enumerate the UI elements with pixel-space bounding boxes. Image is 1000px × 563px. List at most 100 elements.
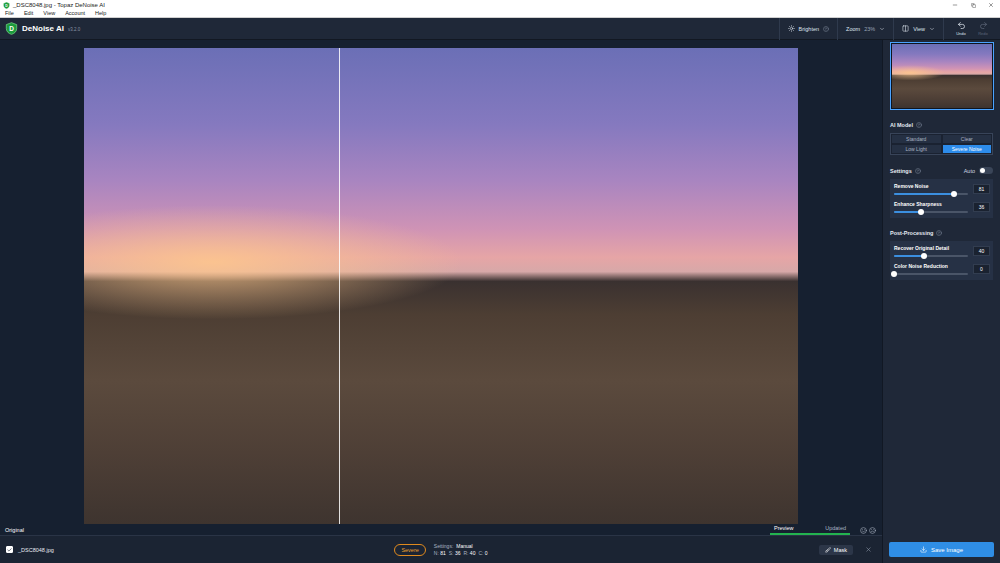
menu-item[interactable]: File [5, 11, 14, 17]
undo-button[interactable]: Undo [952, 21, 970, 36]
menu-item[interactable]: View [43, 11, 55, 17]
slider-label: Color Noise Reduction [894, 263, 968, 269]
summary-item: S: 36 [449, 550, 461, 556]
model-button[interactable]: Low Light [891, 144, 942, 154]
preview-labels: PreviewUpdated [770, 525, 850, 531]
model-selector: StandardClearLow LightSevere Noise [890, 133, 993, 155]
remove-file-button[interactable] [861, 546, 876, 553]
ai-model-label: AI Model [890, 122, 913, 128]
slider-knob[interactable] [891, 271, 897, 277]
summary-key: C: [478, 550, 483, 556]
svg-text:D: D [9, 25, 14, 32]
redo-button[interactable]: Redo [974, 21, 992, 36]
preview-status: PreviewUpdated [770, 525, 876, 535]
slider-value[interactable]: 0 [973, 264, 990, 274]
slider-value[interactable]: 40 [973, 246, 990, 256]
workspace: OriginalPreviewUpdated _DSC8048.jpg Severe… [0, 40, 1000, 563]
slider-value[interactable]: 36 [973, 202, 990, 212]
brighten-button[interactable]: Brighten [779, 18, 838, 40]
frown-icon[interactable] [869, 527, 876, 534]
zoom-value: 23% [864, 26, 875, 32]
header-group: Post-Processing [890, 230, 942, 236]
sidebar-spacer [890, 280, 993, 542]
slider-track[interactable] [894, 211, 968, 213]
slider-knob[interactable] [951, 191, 957, 197]
canvas-footer: OriginalPreviewUpdated [0, 524, 882, 535]
check-icon [7, 547, 12, 553]
settings-value: Manual [456, 543, 472, 549]
settings-header: Settings Auto [890, 167, 993, 174]
slider-track[interactable] [894, 193, 968, 195]
summary-item: N: 81 [434, 550, 446, 556]
summary-key: N: [434, 550, 439, 556]
sun-icon [788, 25, 795, 32]
auto-toggle[interactable]: Auto [964, 167, 993, 174]
header-group: Settings [890, 168, 921, 174]
brand: D DeNoise AI v3.2.0 [0, 22, 80, 35]
summary-value: 36 [455, 550, 461, 556]
minimize-icon [952, 2, 958, 8]
close-window-button[interactable] [982, 0, 1000, 10]
post-processing-label: Post-Processing [890, 230, 933, 236]
summary-key: R: [463, 550, 468, 556]
title-group: D_DSC8048.jpg - Topaz DeNoise AI [3, 2, 105, 9]
restore-button[interactable] [964, 0, 982, 10]
save-button[interactable]: Save Image [889, 542, 994, 557]
ai-model-header: AI Model [890, 122, 993, 128]
compare-divider[interactable] [339, 48, 340, 524]
help-button[interactable] [915, 168, 921, 174]
zoom-dropdown[interactable]: Zoom23% [837, 18, 893, 40]
navigator[interactable] [890, 42, 994, 110]
help-button[interactable] [936, 230, 942, 236]
slider-value[interactable]: 81 [973, 184, 990, 194]
slider-group: Remove Noise [894, 183, 968, 195]
settings-key: Settings: [434, 543, 453, 549]
file-actions: Mask [488, 545, 876, 555]
restore-icon [971, 3, 976, 8]
help-icon [936, 230, 942, 236]
help-button[interactable] [916, 122, 922, 128]
summary-key: S: [449, 550, 454, 556]
file-item[interactable]: _DSC8048.jpg [6, 546, 394, 553]
brighten-label: Brighten [799, 26, 820, 32]
post-processing-card: Recover Original Detail40Color Noise Red… [890, 241, 993, 280]
settings-summary: Settings:Manual N: 81S: 36R: 40C: 0 [434, 543, 488, 556]
mask-button[interactable]: Mask [819, 545, 853, 555]
slider-fill [894, 193, 954, 195]
app-window: D_DSC8048.jpg - Topaz DeNoise AI File Edit… [0, 0, 1000, 563]
app-version: v3.2.0 [68, 27, 80, 32]
app-name: DeNoise AI [22, 24, 64, 33]
chevron-down-icon [929, 26, 935, 32]
view-dropdown[interactable]: View [893, 18, 943, 40]
file-bar: _DSC8048.jpgSevereSettings:ManualN: 81S:… [0, 535, 882, 563]
auto-switch[interactable] [979, 167, 993, 174]
minimize-button[interactable] [946, 0, 964, 10]
summary-value: 40 [470, 550, 476, 556]
status-label: Updated [825, 525, 846, 531]
file-name: _DSC8048.jpg [18, 547, 54, 553]
slider-fill [894, 255, 924, 257]
file-checkbox[interactable] [6, 546, 13, 553]
close-icon [865, 546, 872, 553]
summary-value: 0 [485, 550, 488, 556]
slider-track[interactable] [894, 255, 968, 257]
svg-text:D: D [5, 3, 8, 7]
slider-knob[interactable] [918, 209, 924, 215]
slider-label: Remove Noise [894, 183, 968, 189]
menu-item[interactable]: Edit [24, 11, 33, 17]
model-button[interactable]: Severe Noise [942, 144, 993, 154]
split-view-icon [902, 25, 909, 32]
menu-item[interactable]: Account [65, 11, 85, 17]
model-button[interactable]: Standard [891, 134, 942, 144]
slider-fill [894, 211, 921, 213]
navigator-thumbnail [892, 44, 992, 108]
help-button[interactable] [823, 26, 829, 32]
help-icon [823, 26, 829, 32]
slider-track[interactable] [894, 273, 968, 275]
model-button[interactable]: Clear [942, 134, 993, 144]
toolbar: D DeNoise AI v3.2.0 Brighten Zoom23%View Undo… [0, 18, 1000, 40]
menu-item[interactable]: Help [95, 11, 106, 17]
smile-icon[interactable] [860, 527, 867, 534]
download-icon [920, 546, 927, 553]
slider-knob[interactable] [921, 253, 927, 259]
